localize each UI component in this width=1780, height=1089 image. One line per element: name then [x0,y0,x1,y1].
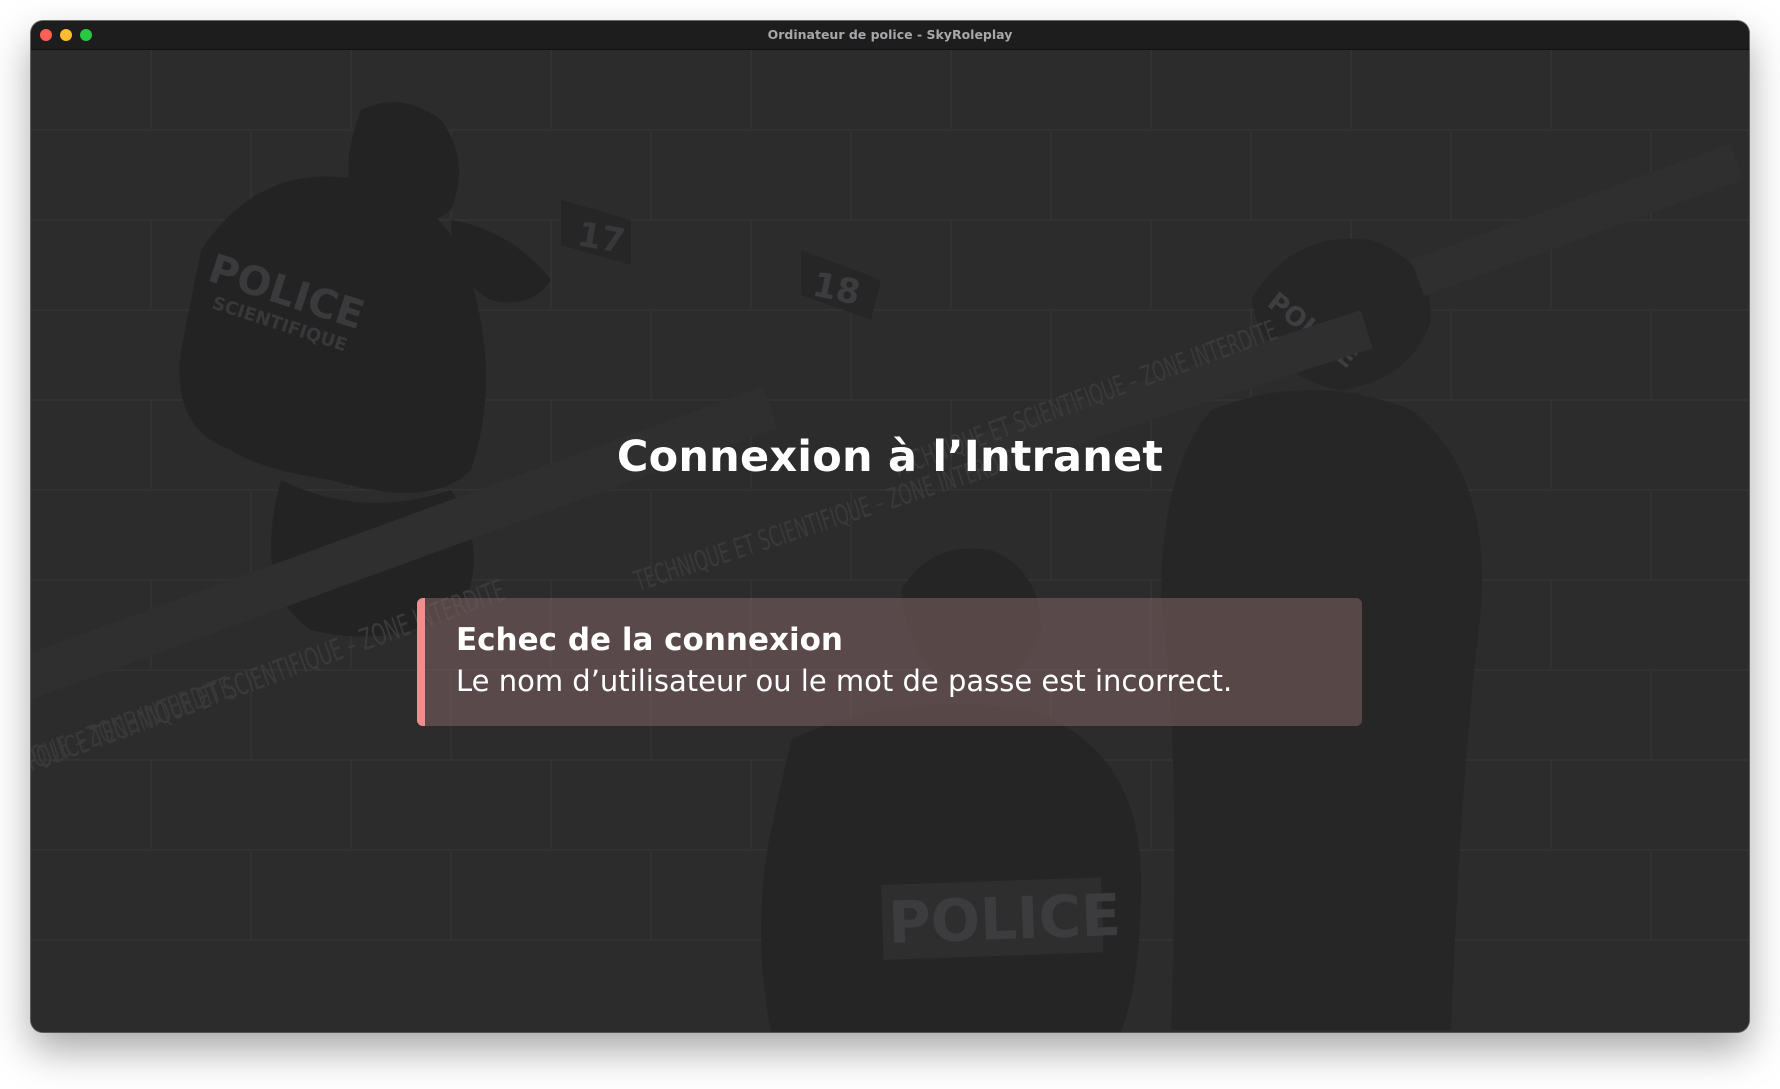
alert-heading: Echec de la connexion [456,622,843,658]
evidence-marker-17: 17 [574,214,628,262]
crime-scene-background-image: POLICE SCIENTIFIQUE 17 18 POLICE POLICE [31,50,1749,1032]
login-page: POLICE SCIENTIFIQUE 17 18 POLICE POLICE [31,50,1749,1032]
vest-text-police: POLICE [887,881,1122,957]
alert-message: Le nom d’utilisateur ou le mot de passe … [456,664,1233,698]
window-title: Ordinateur de police - SkyRoleplay [767,27,1013,42]
evidence-marker-18: 18 [809,265,864,314]
login-error-alert: Echec de la connexion Le nom d’utilisate… [417,598,1362,726]
page-title: Connexion à l’Intranet [616,432,1164,482]
alert-accent-bar [417,598,425,726]
title-bar: Ordinateur de police - SkyRoleplay [31,21,1749,50]
app-window: Ordinateur de police - SkyRoleplay POLIC… [31,21,1749,1032]
